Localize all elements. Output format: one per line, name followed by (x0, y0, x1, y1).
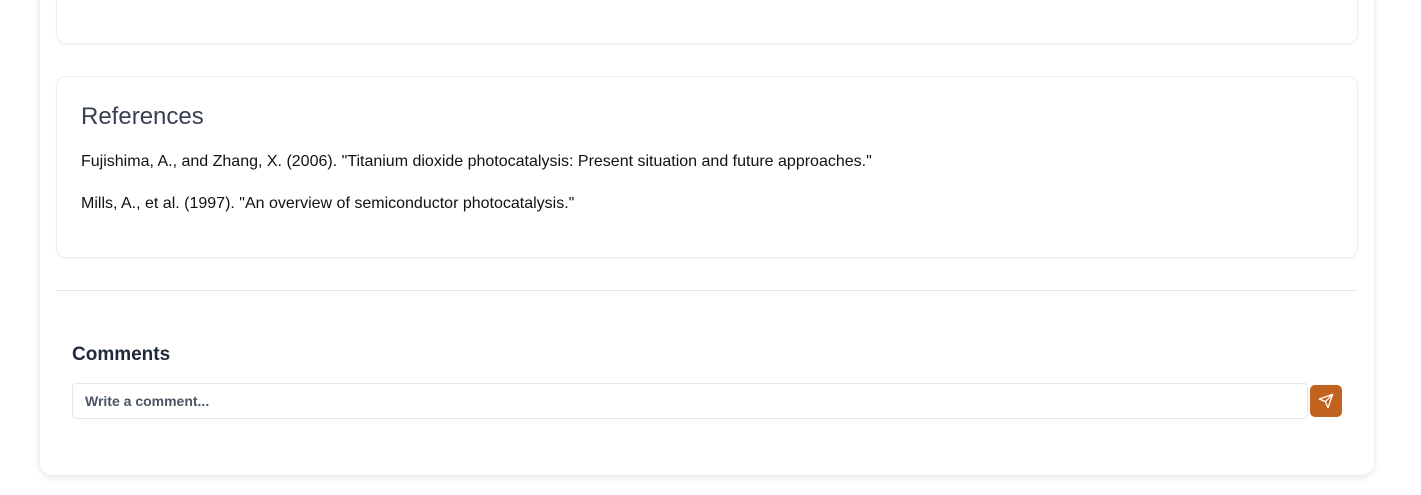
article-card: References Fujishima, A., and Zhang, X. … (40, 0, 1374, 475)
previous-section-card (56, 0, 1358, 44)
references-section: References Fujishima, A., and Zhang, X. … (56, 76, 1358, 258)
reference-item: Mills, A., et al. (1997). "An overview o… (81, 195, 575, 212)
send-icon (1318, 393, 1334, 409)
comments-title: Comments (72, 344, 171, 365)
reference-item: Fujishima, A., and Zhang, X. (2006). "Ti… (81, 153, 872, 170)
comment-input[interactable] (72, 383, 1308, 419)
send-comment-button[interactable] (1310, 385, 1342, 417)
references-title: References (81, 103, 204, 130)
section-divider (56, 290, 1358, 291)
